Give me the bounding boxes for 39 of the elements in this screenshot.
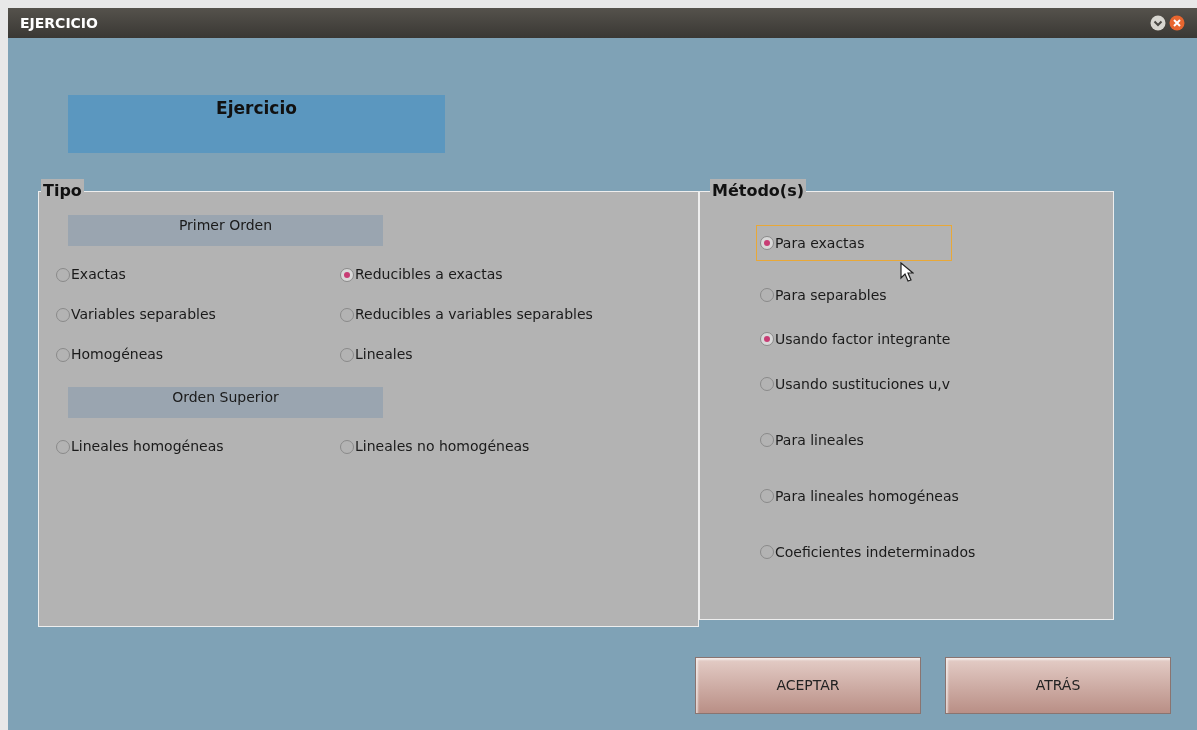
radio-button[interactable] (340, 307, 354, 322)
radio-option[interactable]: Lineales homogéneas (56, 436, 340, 457)
close-icon[interactable] (1169, 15, 1185, 31)
radio-button[interactable] (760, 332, 774, 346)
radio-button[interactable] (760, 545, 774, 559)
radio-option[interactable]: Para lineales homogéneas (760, 485, 959, 507)
radio-button[interactable] (760, 288, 774, 302)
radio-button[interactable] (340, 347, 354, 362)
radio-option[interactable]: Para exactas (760, 232, 865, 254)
radio-button[interactable] (56, 307, 70, 322)
radio-option[interactable]: Coeficientes indeterminados (760, 541, 976, 563)
radio-option[interactable]: Lineales no homogéneas (340, 436, 698, 457)
section-header: Ejercicio (68, 95, 445, 153)
radio-option[interactable]: Usando sustituciones u,v (760, 373, 951, 395)
group-heading: Orden Superior (68, 387, 383, 418)
radio-button[interactable] (56, 267, 70, 282)
radio-button[interactable] (760, 489, 774, 503)
radio-button[interactable] (56, 439, 70, 454)
radio-option[interactable]: Para separables (760, 284, 887, 306)
radio-button[interactable] (56, 347, 70, 362)
action-button[interactable]: ATRÁS (945, 657, 1171, 714)
radio-button[interactable] (760, 236, 774, 250)
minimize-icon[interactable] (1150, 15, 1166, 31)
radio-option[interactable]: Exactas (56, 264, 340, 285)
radio-option[interactable]: Usando factor integrante (760, 328, 951, 350)
group-heading: Primer Orden (68, 215, 383, 246)
window-title: EJERCICIO (20, 13, 98, 33)
radio-option[interactable]: Lineales (340, 344, 698, 365)
action-button[interactable]: ACEPTAR (695, 657, 921, 714)
radio-option[interactable]: Para lineales (760, 429, 864, 451)
radio-button[interactable] (340, 267, 354, 282)
radio-option[interactable]: Variables separables (56, 304, 340, 325)
radio-button[interactable] (760, 433, 774, 447)
radio-option[interactable]: Reducibles a variables separables (340, 304, 698, 325)
radio-button[interactable] (340, 439, 354, 454)
radio-option[interactable]: Homogéneas (56, 344, 340, 365)
radio-option[interactable]: Reducibles a exactas (340, 264, 698, 285)
radio-button[interactable] (760, 377, 774, 391)
mouse-pointer-icon (900, 262, 914, 282)
